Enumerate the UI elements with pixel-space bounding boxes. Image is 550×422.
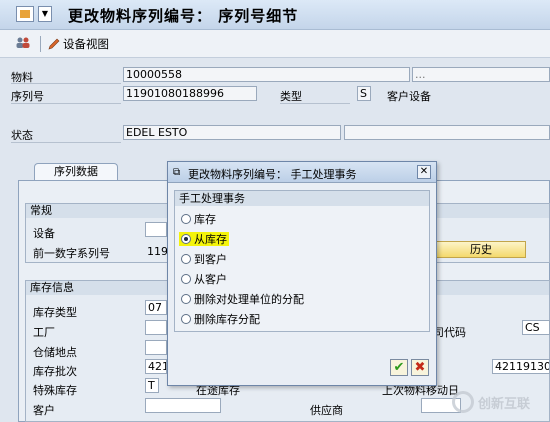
plant-field[interactable] (145, 320, 167, 335)
dialog-titlebar: ⧉ 更改物料序列编号： 手工处理事务 ✕ (168, 162, 436, 183)
previous-serial-label: 前一数字系列号 (33, 247, 110, 260)
radio-option-from-customer[interactable]: 从客户 (181, 272, 227, 286)
category-label: 类型 (280, 90, 302, 103)
dropdown-arrow-icon[interactable]: ▼ (38, 6, 52, 22)
check-icon[interactable]: ✔ (390, 359, 408, 376)
company-code-field[interactable]: CS (522, 320, 550, 335)
status-label: 状态 (11, 129, 33, 142)
close-icon[interactable]: ✕ (417, 165, 431, 179)
stock-type-label: 库存类型 (33, 306, 77, 319)
category-underline (280, 103, 350, 104)
application-toolbar: 设备视图 (0, 30, 550, 58)
customer-field[interactable] (145, 398, 221, 413)
company-code-label: 司代码 (433, 326, 466, 339)
cancel-x-icon[interactable]: ✖ (411, 359, 429, 376)
equipment-view-button[interactable]: 设备视图 (48, 35, 109, 53)
customer-label: 客户 (33, 404, 55, 417)
pencil-icon (48, 38, 60, 50)
radio-option-label: 库存 (194, 213, 216, 226)
serial-number-label: 序列号 (11, 90, 44, 103)
vendor-label: 供应商 (310, 404, 343, 417)
radio-option-stock[interactable]: 库存 (181, 212, 216, 226)
special-stock-field[interactable]: T (145, 378, 159, 393)
history-button[interactable]: 历史 (436, 241, 526, 258)
previous-serial-value: 119 (147, 245, 168, 258)
radio-button-icon (181, 214, 191, 224)
window-titlebar: ▼ 更改物料序列编号： 序列号细节 (0, 0, 550, 30)
radio-option-from-stock[interactable]: 从库存 (179, 232, 229, 246)
watermark-logo-icon (452, 391, 474, 413)
radio-button-icon (181, 254, 191, 264)
radio-button-icon (181, 294, 191, 304)
status-extra-field (344, 125, 550, 140)
category-description: 客户设备 (387, 90, 431, 103)
radio-option-label: 删除对处理单位的分配 (194, 293, 304, 306)
stock-batch-label: 库存批次 (33, 365, 77, 378)
window-title: 更改物料序列编号： 序列号细节 (68, 7, 299, 25)
dialog-app-icon: ⧉ (173, 167, 181, 178)
radio-option-remove-handling-unit[interactable]: 删除对处理单位的分配 (181, 292, 304, 306)
toolbar-separator (40, 36, 41, 52)
watermark-text: 创新互联 (478, 396, 531, 412)
radio-option-label: 从客户 (194, 273, 227, 286)
storage-location-label: 仓储地点 (33, 346, 77, 359)
tab-serial-data[interactable]: 序列数据 (34, 163, 118, 181)
equipment-view-label: 设备视图 (63, 37, 109, 51)
manual-transaction-dialog: ⧉ 更改物料序列编号： 手工处理事务 ✕ 手工处理事务 库存 从库存 到客户 从… (167, 161, 437, 386)
radio-option-to-customer[interactable]: 到客户 (181, 252, 227, 266)
special-stock-label: 特殊库存 (33, 384, 77, 397)
serial-underline (11, 103, 121, 104)
batch-right-field[interactable]: 42119130 (492, 359, 550, 374)
status-field[interactable]: EDEL ESTO (123, 125, 341, 140)
material-underline (11, 83, 121, 84)
status-underline (11, 142, 121, 143)
radio-button-selected-icon (181, 234, 191, 244)
equipment-field[interactable] (145, 222, 167, 237)
category-field[interactable]: S (357, 86, 371, 101)
users-icon[interactable] (16, 37, 30, 49)
radio-button-icon (181, 314, 191, 324)
radio-button-icon (181, 274, 191, 284)
app-menu-icon[interactable] (16, 6, 34, 22)
storage-location-field[interactable] (145, 340, 167, 355)
radio-option-label: 到客户 (194, 253, 227, 266)
radio-option-remove-stock[interactable]: 删除库存分配 (181, 312, 260, 326)
material-description-field: ... (412, 67, 550, 82)
watermark: 创新互联 (452, 388, 550, 416)
stock-batch-field[interactable]: 421 (145, 359, 167, 374)
material-field[interactable]: 10000558 (123, 67, 410, 82)
dialog-title: 更改物料序列编号： 手工处理事务 (188, 168, 357, 181)
radio-option-label: 从库存 (194, 233, 227, 246)
serial-number-field[interactable]: 11901080188996 (123, 86, 257, 101)
manual-transaction-group: 手工处理事务 库存 从库存 到客户 从客户 删除对处理单位的分配 删除库存分配 (174, 190, 430, 332)
manual-transaction-group-title: 手工处理事务 (175, 191, 429, 206)
radio-option-label: 删除库存分配 (194, 313, 260, 326)
stock-type-field[interactable]: 07 (145, 300, 167, 315)
plant-label: 工厂 (33, 326, 55, 339)
equipment-label: 设备 (33, 227, 55, 240)
